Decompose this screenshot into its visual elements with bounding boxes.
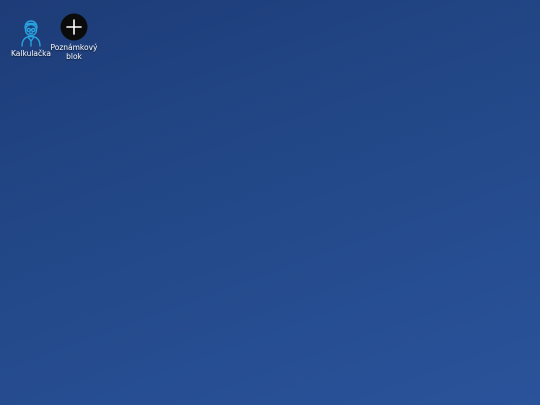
plus-circle-icon	[59, 12, 89, 42]
desktop-icon-label: Poznámkový blok	[50, 43, 98, 61]
person-avatar-icon	[16, 18, 46, 48]
desktop: Kalkulačka Poznámkový blok	[0, 0, 540, 405]
desktop-icon-poznamkovy-blok[interactable]: Poznámkový blok	[50, 12, 98, 61]
